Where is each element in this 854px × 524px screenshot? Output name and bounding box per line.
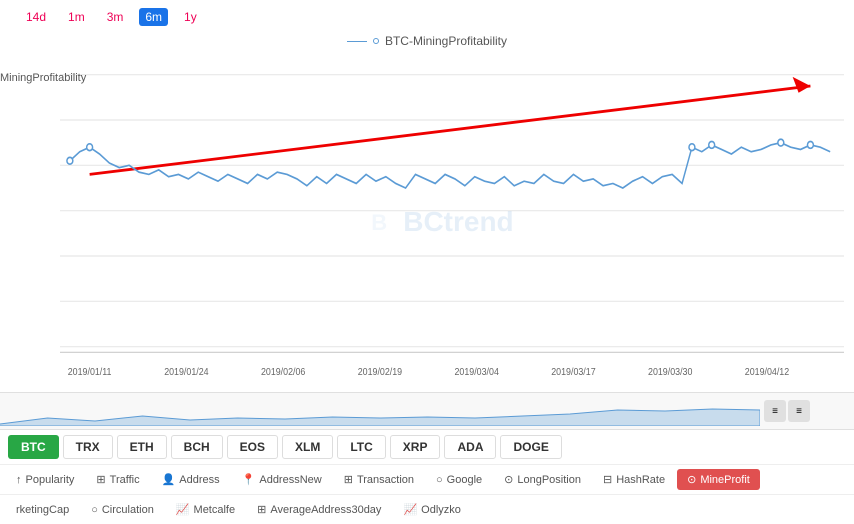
transaction-icon: ⊞: [344, 473, 353, 486]
circulation-icon: ○: [91, 504, 98, 516]
coin-tab-eth[interactable]: ETH: [117, 435, 167, 459]
metric-tab-mineprofit[interactable]: ⊙ MineProfit: [677, 469, 760, 490]
odlyzko-icon: 📈: [403, 503, 417, 516]
avgaddress30-icon: ⊞: [257, 503, 266, 516]
traffic-icon: ⊞: [96, 473, 105, 486]
time-btn-1y[interactable]: 1y: [178, 8, 203, 26]
coin-tab-bch[interactable]: BCH: [171, 435, 223, 459]
time-range-selector: 14d 1m 3m 6m 1y: [0, 0, 854, 34]
svg-text:2019/03/04: 2019/03/04: [454, 366, 499, 378]
google-icon: ○: [436, 474, 443, 486]
coin-tab-xrp[interactable]: XRP: [390, 435, 441, 459]
metric-tab2-metcalfe[interactable]: 📈 Metcalfe: [166, 499, 245, 520]
metric-tab2-avgaddress30[interactable]: ⊞ AverageAddress30day: [247, 499, 391, 520]
popularity-icon: ↑: [16, 474, 22, 486]
metric-tab-address[interactable]: 👤 Address: [152, 469, 230, 490]
metric-tabs-row1: ↑ Popularity ⊞ Traffic 👤 Address 📍 Addre…: [0, 465, 854, 495]
metric-tab-transaction[interactable]: ⊞ Transaction: [334, 469, 424, 490]
metric-tab-addressnew[interactable]: 📍 AddressNew: [232, 469, 332, 490]
mini-chart: ≡ ≡: [0, 392, 854, 430]
metric-tab-popularity[interactable]: ↑ Popularity: [6, 470, 84, 490]
svg-text:2019/04/12: 2019/04/12: [745, 366, 789, 378]
time-btn-1m[interactable]: 1m: [62, 8, 91, 26]
legend-line-icon: [347, 41, 367, 42]
hashrate-icon: ⊟: [603, 473, 612, 486]
metric-tabs-row2: rketingCap ○ Circulation 📈 Metcalfe ⊞ Av…: [0, 495, 854, 524]
coin-tab-trx[interactable]: TRX: [63, 435, 113, 459]
time-btn-6m[interactable]: 6m: [139, 8, 168, 26]
legend-label: BTC-MiningProfitability: [385, 34, 507, 48]
svg-text:2019/02/06: 2019/02/06: [261, 366, 305, 378]
metric-tab-hashrate[interactable]: ⊟ HashRate: [593, 469, 675, 490]
svg-text:2019/03/17: 2019/03/17: [551, 366, 595, 378]
scroll-right-btn[interactable]: ≡: [788, 400, 810, 422]
svg-text:2019/03/30: 2019/03/30: [648, 366, 692, 378]
metric-tab-traffic[interactable]: ⊞ Traffic: [86, 469, 149, 490]
svg-text:2019/01/24: 2019/01/24: [164, 366, 209, 378]
mineprofit-icon: ⊙: [687, 473, 696, 486]
coin-tab-xlm[interactable]: XLM: [282, 435, 333, 459]
metric-tab-google[interactable]: ○ Google: [426, 470, 492, 490]
coin-tab-eos[interactable]: EOS: [227, 435, 278, 459]
legend-dot-icon: [373, 38, 379, 44]
longposition-icon: ⊙: [504, 473, 513, 486]
coin-tab-ada[interactable]: ADA: [444, 435, 496, 459]
scroll-left-btn[interactable]: ≡: [764, 400, 786, 422]
coin-tabs: BTC TRX ETH BCH EOS XLM LTC XRP ADA DOGE: [0, 430, 854, 465]
addressnew-icon: 📍: [242, 473, 256, 486]
coin-tab-ltc[interactable]: LTC: [337, 435, 385, 459]
chart-svg: 0.25 0.2 0.15 0.1 0.05 0 2019/01/11 2019…: [60, 52, 844, 392]
time-btn-14d[interactable]: 14d: [20, 8, 52, 26]
metric-tab2-circulation[interactable]: ○ Circulation: [81, 500, 164, 520]
coin-tab-doge[interactable]: DOGE: [500, 435, 561, 459]
chart-legend: BTC-MiningProfitability: [0, 34, 854, 48]
mini-scroll-buttons: ≡ ≡: [760, 400, 814, 422]
svg-text:2019/02/19: 2019/02/19: [358, 366, 402, 378]
y-axis-label: MiningProfitability: [0, 72, 86, 84]
address-icon: 👤: [162, 473, 176, 486]
metric-tab-longposition[interactable]: ⊙ LongPosition: [494, 469, 591, 490]
metric-tab2-odlyzko[interactable]: 📈 Odlyzko: [393, 499, 470, 520]
metcalfe-icon: 📈: [176, 503, 190, 516]
metric-tab2-marketingcap[interactable]: rketingCap: [6, 500, 79, 520]
time-btn-3m[interactable]: 3m: [101, 8, 130, 26]
main-chart: MiningProfitability B BCtrend 0.25 0.2 0…: [0, 52, 854, 392]
coin-tab-btc[interactable]: BTC: [8, 435, 59, 459]
mini-chart-inner: [0, 396, 760, 426]
svg-text:2019/01/11: 2019/01/11: [68, 366, 112, 378]
